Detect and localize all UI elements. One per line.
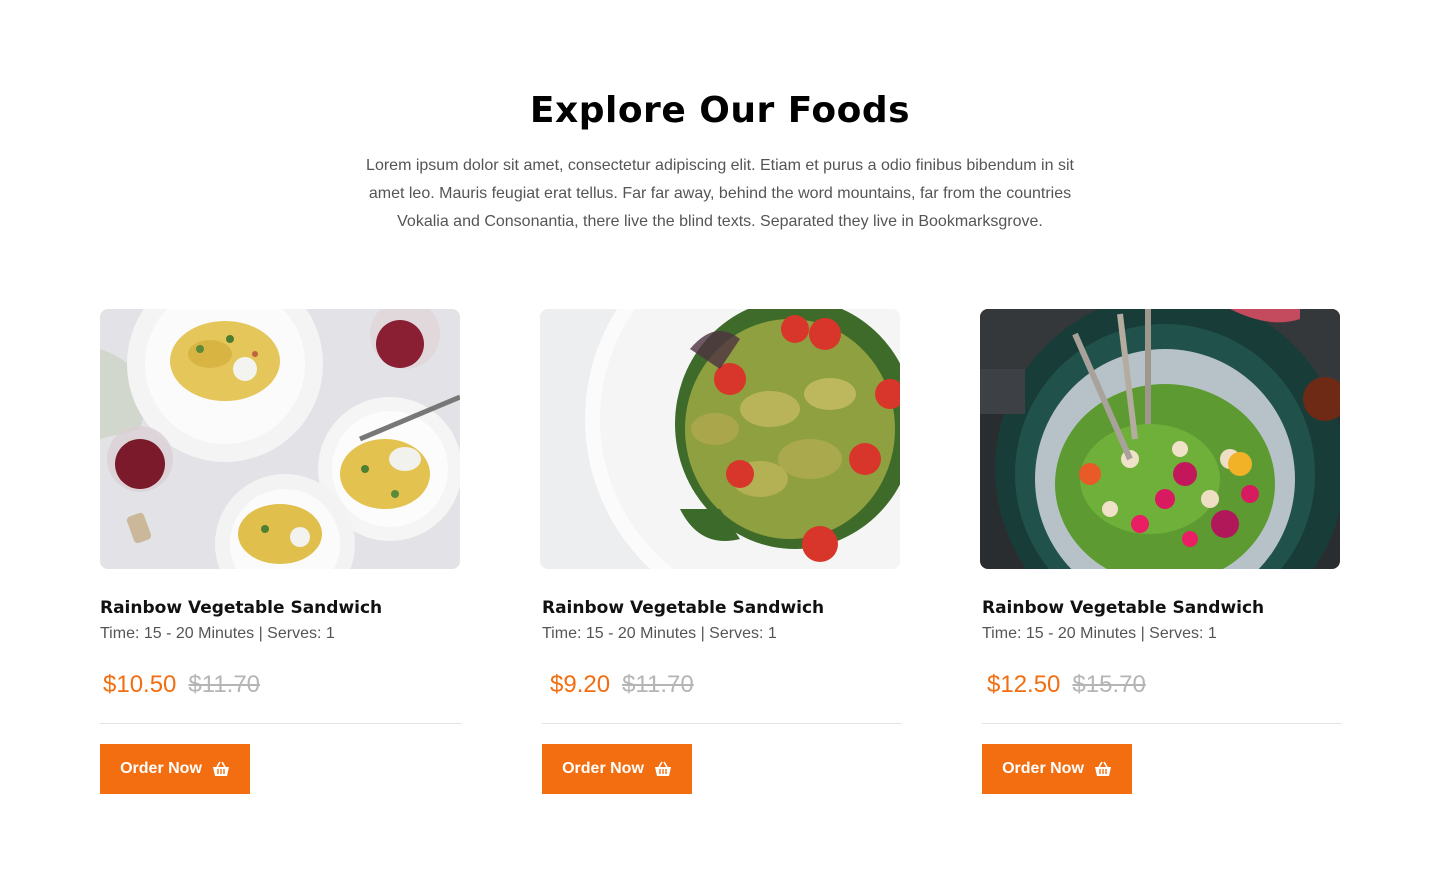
food-card: Rainbow Vegetable Sandwich Time: 15 - 20… <box>980 309 1342 794</box>
basket-icon <box>212 761 230 777</box>
food-image-green-salad[interactable] <box>980 309 1340 569</box>
current-price: $9.20 <box>550 670 611 698</box>
old-price: $15.70 <box>1072 670 1146 698</box>
food-card: Rainbow Vegetable Sandwich Time: 15 - 20… <box>540 309 902 794</box>
section-description: Lorem ipsum dolor sit amet, consectetur … <box>366 157 1074 230</box>
food-meta: Time: 15 - 20 Minutes | Serves: 1 <box>542 625 777 642</box>
food-image-spaghetti[interactable] <box>100 309 460 569</box>
current-price: $12.50 <box>987 670 1061 698</box>
bowtie-pasta-salad-photo <box>540 309 900 569</box>
basket-icon <box>654 761 672 777</box>
spaghetti-plates-photo <box>100 309 460 569</box>
food-meta: Time: 15 - 20 Minutes | Serves: 1 <box>100 625 335 642</box>
order-now-button[interactable]: Order Now <box>100 744 250 794</box>
old-price: $11.70 <box>622 670 694 698</box>
food-image-pasta-salad[interactable] <box>540 309 900 569</box>
order-now-label: Order Now <box>562 760 644 777</box>
price-row: $12.50 $15.70 <box>982 664 1342 724</box>
food-card: Rainbow Vegetable Sandwich Time: 15 - 20… <box>100 309 462 794</box>
order-now-label: Order Now <box>1002 760 1084 777</box>
food-name[interactable]: Rainbow Vegetable Sandwich <box>100 597 462 619</box>
order-now-button[interactable]: Order Now <box>982 744 1132 794</box>
old-price: $11.70 <box>188 670 261 698</box>
food-name[interactable]: Rainbow Vegetable Sandwich <box>542 597 902 619</box>
order-now-button[interactable]: Order Now <box>542 744 692 794</box>
explore-foods-section: Explore Our Foods Lorem ipsum dolor sit … <box>0 0 1440 884</box>
basket-icon <box>1094 761 1112 777</box>
section-title: Explore Our Foods <box>529 90 911 131</box>
price-row: $9.20 $11.70 <box>542 664 902 724</box>
green-salad-bowl-photo <box>980 309 1340 569</box>
food-name[interactable]: Rainbow Vegetable Sandwich <box>982 597 1342 619</box>
order-now-label: Order Now <box>120 760 202 777</box>
current-price: $10.50 <box>103 670 177 698</box>
price-row: $10.50 $11.70 <box>100 664 462 724</box>
food-meta: Time: 15 - 20 Minutes | Serves: 1 <box>982 625 1217 642</box>
